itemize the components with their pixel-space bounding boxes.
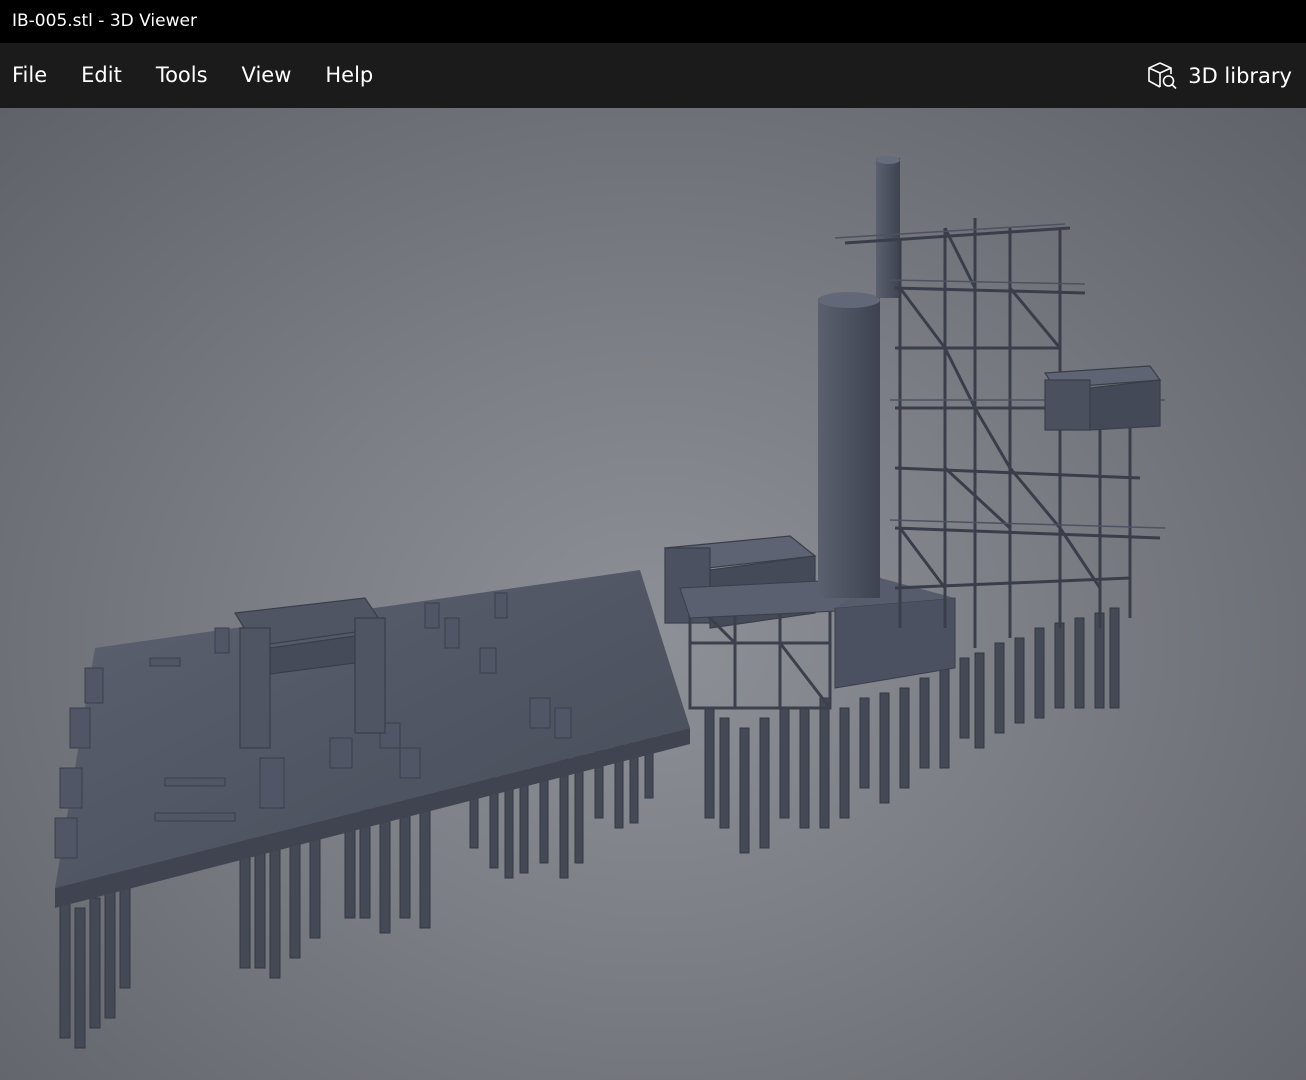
main-menu: File Edit Tools View Help	[0, 43, 390, 108]
menu-view[interactable]: View	[225, 43, 309, 108]
menu-file[interactable]: File	[0, 43, 64, 108]
cube-search-icon	[1148, 61, 1177, 89]
window-title: IB-005.stl - 3D Viewer	[12, 11, 197, 31]
3d-library-label: 3D library	[1188, 63, 1292, 88]
3d-library-button[interactable]: 3D library	[1146, 43, 1292, 108]
3d-viewport[interactable]	[0, 108, 1306, 1080]
menu-help[interactable]: Help	[308, 43, 390, 108]
menu-edit[interactable]: Edit	[64, 43, 139, 108]
menu-tools[interactable]: Tools	[139, 43, 225, 108]
title-bar: IB-005.stl - 3D Viewer	[0, 0, 1306, 43]
menu-bar: File Edit Tools View Help 3D library	[0, 43, 1306, 108]
industrial-plant-model	[54, 156, 1166, 1049]
